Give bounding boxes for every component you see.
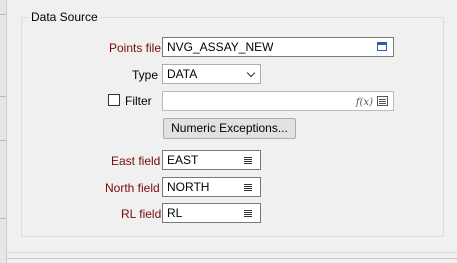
north-field-value: NORTH [167,180,210,194]
numeric-exceptions-button[interactable]: Numeric Exceptions... [163,118,296,139]
rl-field-label: RL field [121,207,162,221]
filter-label: Filter [125,94,152,108]
chevron-down-icon [246,68,256,78]
rl-field-value: RL [167,206,183,220]
strip-tick [0,14,6,15]
list-icon [244,183,252,191]
type-label: Type [132,68,159,82]
left-strip [0,0,7,263]
type-value: DATA [167,67,198,81]
filter-checkbox[interactable] [108,94,120,106]
rl-field-select[interactable]: RL [162,203,261,223]
grid-icon[interactable] [377,96,388,106]
group-title: Data Source [28,10,101,25]
east-field-value: EAST [167,153,199,167]
east-field-select[interactable]: EAST [162,150,261,170]
divider [7,258,457,259]
strip-tick [0,140,6,141]
list-icon [244,156,252,164]
north-field-select[interactable]: NORTH [162,177,261,197]
north-field-label: North field [105,181,160,195]
function-icon[interactable]: f(x) [356,94,373,112]
strip-tick [0,96,6,97]
filter-input[interactable]: f(x) [162,91,394,111]
divider [7,252,457,253]
points-file-input[interactable]: NVG_ASSAY_NEW [162,37,394,57]
points-file-value: NVG_ASSAY_NEW [167,40,274,54]
browse-icon[interactable] [377,42,387,51]
east-field-label: East field [111,154,161,168]
points-file-label: Points file [109,41,162,55]
strip-tick [0,218,6,219]
list-icon [244,209,252,217]
type-select[interactable]: DATA [162,64,261,84]
